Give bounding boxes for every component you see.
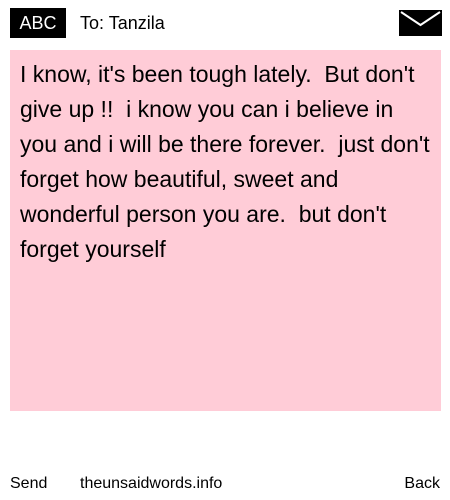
send-button[interactable]: Send: [10, 470, 47, 498]
envelope-icon: [399, 10, 442, 36]
message-text: I know, it's been tough lately. But don'…: [20, 61, 437, 262]
recipient-label[interactable]: To: Tanzila: [80, 8, 165, 38]
message-body-area[interactable]: I know, it's been tough lately. But don'…: [10, 50, 441, 411]
input-mode-badge[interactable]: ABC: [10, 8, 66, 38]
softkey-bar: Send theunsaidwords.info Back: [0, 470, 450, 498]
site-link[interactable]: theunsaidwords.info: [80, 470, 222, 498]
compose-header: ABC To: Tanzila: [0, 0, 450, 48]
back-button[interactable]: Back: [404, 470, 440, 498]
